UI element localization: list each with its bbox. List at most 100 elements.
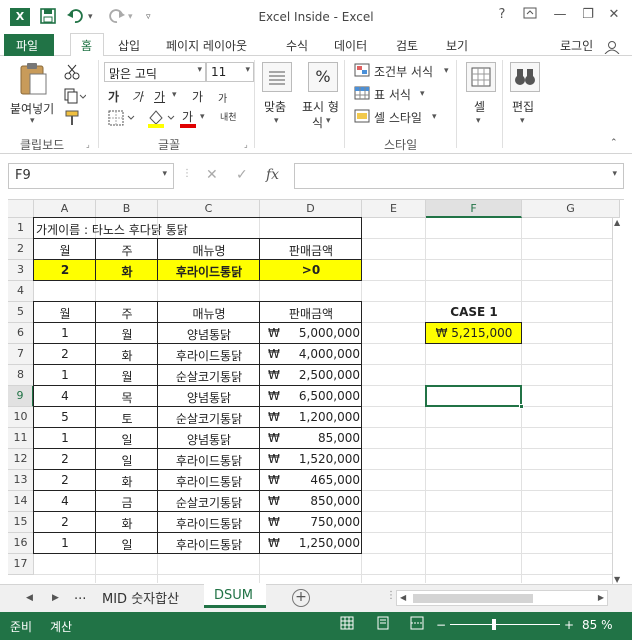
- table-cell-menu[interactable]: 후라이드통닭: [160, 515, 258, 532]
- row-header[interactable]: 17: [8, 554, 34, 575]
- criteria-value-cell[interactable]: 2: [36, 263, 94, 277]
- row-header[interactable]: 9: [8, 386, 34, 407]
- column-header[interactable]: D: [260, 200, 362, 218]
- alignment-dropdown-icon[interactable]: ▾: [274, 116, 279, 126]
- grow-font-button[interactable]: 가: [192, 88, 203, 105]
- table-cell-amount[interactable]: 750,000: [262, 515, 360, 529]
- table-cell-menu[interactable]: 양념통닭: [160, 431, 258, 448]
- tab-insert[interactable]: 삽입: [118, 37, 140, 54]
- row-header[interactable]: 4: [8, 281, 34, 302]
- table-cell-amount[interactable]: 465,000: [262, 473, 360, 487]
- table-cell-menu[interactable]: 순살코기통닭: [160, 494, 258, 511]
- column-header[interactable]: G: [522, 200, 620, 218]
- table-cell-month[interactable]: 1: [36, 326, 94, 340]
- underline-button[interactable]: 가: [154, 88, 165, 105]
- zoom-out-button[interactable]: −: [436, 618, 446, 632]
- conditional-format-icon[interactable]: [354, 63, 370, 80]
- format-painter-icon[interactable]: [64, 110, 80, 129]
- table-cell-menu[interactable]: 순살코기통닭: [160, 368, 258, 385]
- paste-icon[interactable]: [18, 62, 50, 96]
- tab-page-layout[interactable]: 페이지 레이아웃: [166, 37, 247, 54]
- cell-style-button[interactable]: 셀 스타일: [374, 109, 422, 126]
- shrink-font-button[interactable]: 가: [218, 90, 227, 105]
- table-cell-amount[interactable]: 850,000: [262, 494, 360, 508]
- paste-button[interactable]: 붙여넣기: [10, 100, 54, 117]
- table-cell-menu[interactable]: 후라이드통닭: [160, 452, 258, 469]
- sheet-tab-dsum[interactable]: DSUM: [204, 584, 266, 608]
- table-cell-month[interactable]: 2: [36, 452, 94, 466]
- table-cell-amount[interactable]: 5,000,000: [262, 326, 360, 340]
- page-layout-view-icon[interactable]: [376, 616, 390, 633]
- scroll-left-arrow-icon[interactable]: ◀: [400, 593, 406, 602]
- table-header-cell[interactable]: 판매금액: [262, 305, 360, 322]
- cells-icon[interactable]: [466, 62, 496, 92]
- table-cell-month[interactable]: 5: [36, 410, 94, 424]
- column-header[interactable]: C: [158, 200, 260, 218]
- table-cell-amount[interactable]: 1,200,000: [262, 410, 360, 424]
- table-cell-amount[interactable]: 85,000: [262, 431, 360, 445]
- editing-dropdown-icon[interactable]: ▾: [520, 116, 525, 126]
- clipboard-launcher-icon[interactable]: ⌟: [86, 140, 90, 149]
- font-color-button[interactable]: 가: [182, 108, 193, 125]
- table-format-button[interactable]: 표 서식: [374, 86, 411, 103]
- row-header[interactable]: 8: [8, 365, 34, 386]
- row-header[interactable]: 11: [8, 428, 34, 449]
- percent-icon[interactable]: %: [308, 62, 338, 92]
- normal-view-icon[interactable]: [340, 616, 354, 633]
- minimize-button[interactable]: —: [550, 7, 570, 22]
- row-header[interactable]: 5: [8, 302, 34, 323]
- row-header[interactable]: 14: [8, 491, 34, 512]
- table-cell-amount[interactable]: 6,500,000: [262, 389, 360, 403]
- number-format-dropdown-icon[interactable]: ▾: [326, 116, 331, 126]
- formula-bar-grip-icon[interactable]: ⋮: [182, 168, 192, 179]
- scroll-right-icon[interactable]: ▶: [52, 593, 59, 603]
- scroll-down-icon[interactable]: ▼: [614, 575, 620, 584]
- table-header-cell[interactable]: 월: [36, 305, 94, 322]
- row-header[interactable]: 10: [8, 407, 34, 428]
- cells-dropdown-icon[interactable]: ▾: [476, 116, 481, 126]
- table-format-icon[interactable]: [354, 86, 370, 103]
- tab-data[interactable]: 데이터: [334, 37, 367, 54]
- row-header[interactable]: 6: [8, 323, 34, 344]
- chevron-down-icon[interactable]: ▾: [612, 169, 617, 179]
- cell-style-dropdown-icon[interactable]: ▾: [432, 112, 437, 122]
- account-icon[interactable]: [604, 40, 620, 55]
- row-header[interactable]: 12: [8, 449, 34, 470]
- table-cell-amount[interactable]: 2,500,000: [262, 368, 360, 382]
- zoom-slider[interactable]: [450, 619, 560, 630]
- horizontal-scrollbar[interactable]: ◀ ▶: [396, 590, 608, 606]
- italic-button[interactable]: 가: [132, 88, 143, 105]
- table-cell-day[interactable]: 화: [98, 473, 156, 490]
- alignment-button[interactable]: 맞춤: [264, 98, 286, 115]
- table-cell-day[interactable]: 화: [98, 515, 156, 532]
- table-cell-month[interactable]: 2: [36, 515, 94, 529]
- font-size-select[interactable]: 11 ▾: [206, 62, 254, 82]
- table-cell-month[interactable]: 2: [36, 347, 94, 361]
- row-header[interactable]: 2: [8, 239, 34, 260]
- row-header[interactable]: 7: [8, 344, 34, 365]
- criteria-value-cell[interactable]: 후라이드통닭: [160, 263, 258, 280]
- binoculars-icon[interactable]: [510, 62, 540, 92]
- criteria-header-cell[interactable]: 주: [98, 242, 156, 259]
- tab-review[interactable]: 검토: [396, 37, 418, 54]
- table-cell-day[interactable]: 일: [98, 452, 156, 469]
- conditional-format-button[interactable]: 조건부 서식: [374, 63, 433, 80]
- close-button[interactable]: ✕: [604, 7, 624, 22]
- table-header-cell[interactable]: 주: [98, 305, 156, 322]
- fill-color-icon[interactable]: [146, 108, 176, 131]
- scroll-right-arrow-icon[interactable]: ▶: [598, 593, 604, 602]
- table-cell-amount[interactable]: 4,000,000: [262, 347, 360, 361]
- collapse-ribbon-icon[interactable]: ⌃: [610, 138, 618, 148]
- formula-input[interactable]: ▾: [294, 163, 624, 189]
- cell-style-icon[interactable]: [354, 109, 370, 126]
- number-format-button[interactable]: 표시 형: [302, 98, 339, 115]
- vertical-scrollbar[interactable]: ▲ ▼: [612, 218, 624, 584]
- criteria-header-cell[interactable]: 월: [36, 242, 94, 259]
- criteria-header-cell[interactable]: 판매금액: [262, 242, 360, 259]
- table-cell-month[interactable]: 1: [36, 368, 94, 382]
- select-all-button[interactable]: [8, 200, 34, 218]
- conditional-format-dropdown-icon[interactable]: ▾: [444, 66, 449, 76]
- more-sheets-button[interactable]: ...: [74, 588, 86, 603]
- underline-dropdown-icon[interactable]: ▾: [172, 90, 177, 100]
- copy-icon[interactable]: [64, 88, 87, 107]
